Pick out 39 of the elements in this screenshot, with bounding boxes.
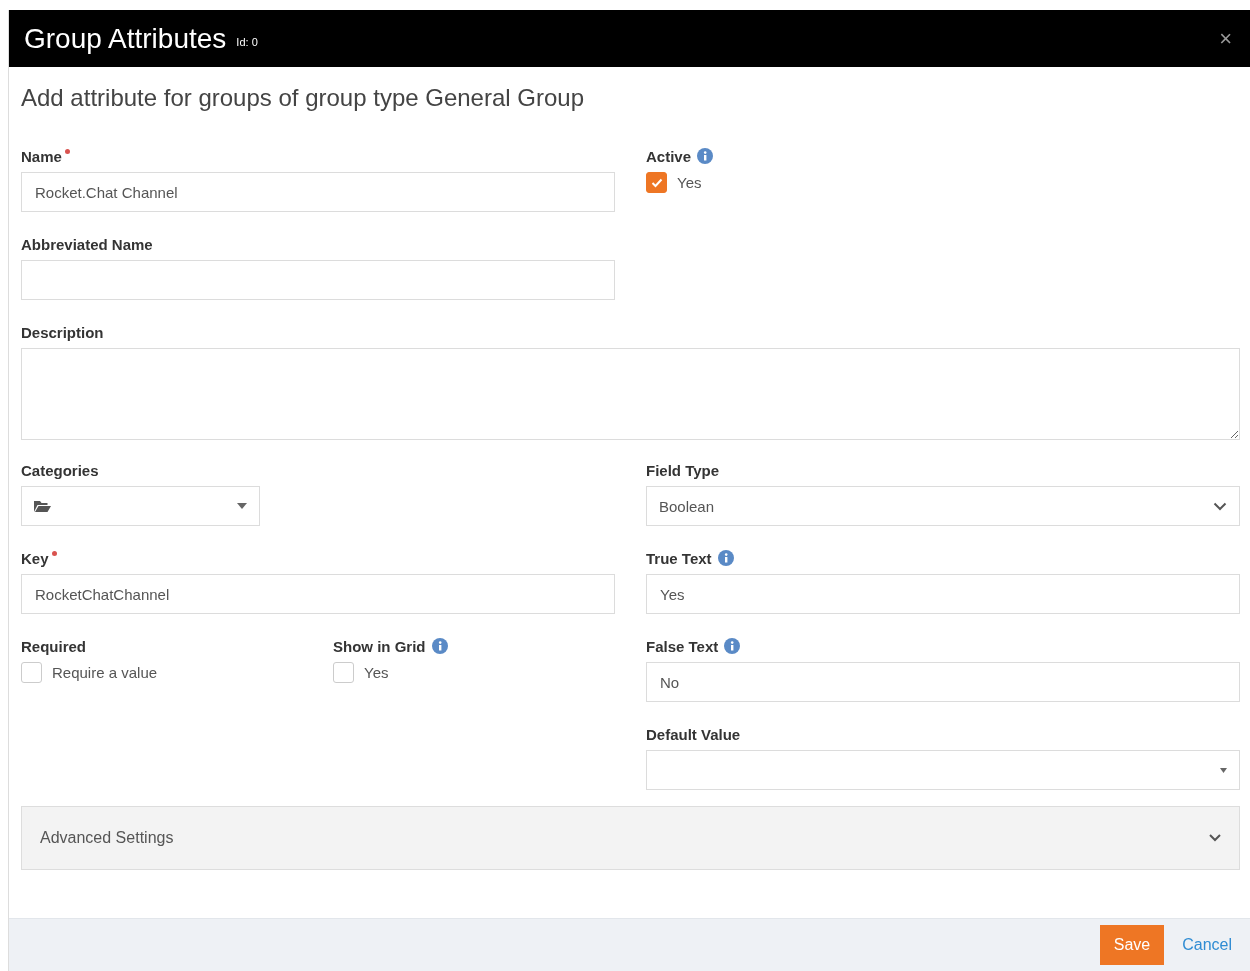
- field-label: Field Type: [646, 461, 720, 479]
- close-button[interactable]: ×: [1215, 25, 1236, 52]
- caret-icon: [1220, 767, 1227, 773]
- checkbox[interactable]: [21, 662, 42, 683]
- checkbox[interactable]: [333, 662, 354, 683]
- true-text-input[interactable]: Yes: [646, 574, 1240, 614]
- field-label: Default Value: [646, 725, 741, 743]
- field-label: Description: [21, 323, 104, 341]
- caret-icon: [237, 503, 247, 509]
- select-value: Boolean: [659, 497, 715, 515]
- checkmark-icon: [650, 177, 663, 188]
- categories-picker[interactable]: [21, 486, 260, 526]
- advanced-settings-panel[interactable]: Advanced Settings: [21, 806, 1240, 870]
- checkbox-label: Yes: [677, 174, 702, 191]
- form-subtitle: Add attribute for groups of group type General Group: [21, 84, 585, 112]
- false-text-input[interactable]: No: [646, 662, 1240, 702]
- field-label: Active: [646, 147, 692, 165]
- checkbox-label: Require a value: [52, 664, 158, 681]
- field-label: Key: [21, 549, 49, 567]
- field-label: False Text: [646, 637, 719, 655]
- default-value-select[interactable]: [646, 750, 1240, 790]
- checkbox[interactable]: [646, 172, 667, 193]
- field-type-select[interactable]: Boolean: [646, 486, 1240, 526]
- field-label: Required: [21, 637, 86, 655]
- field-label: Show in Grid: [333, 637, 426, 655]
- field-label: Categories: [21, 461, 99, 479]
- abbreviated-name-input[interactable]: [21, 260, 615, 300]
- id-label: Id: 0: [236, 35, 258, 48]
- field-label: True Text: [646, 549, 712, 567]
- checkbox-label: Yes: [364, 664, 389, 681]
- folder-icon: [34, 499, 51, 513]
- key-input[interactable]: RocketChatChannel: [21, 574, 615, 614]
- window-title: Group Attributes: [24, 22, 227, 55]
- name-input[interactable]: Rocket.Chat Channel: [21, 172, 615, 212]
- description-textarea[interactable]: [21, 348, 1240, 440]
- chevron-down-icon: [1213, 501, 1227, 511]
- field-label: Name: [21, 147, 62, 165]
- chevron-down-icon: [1209, 834, 1221, 842]
- field-label: Abbreviated Name: [21, 235, 153, 253]
